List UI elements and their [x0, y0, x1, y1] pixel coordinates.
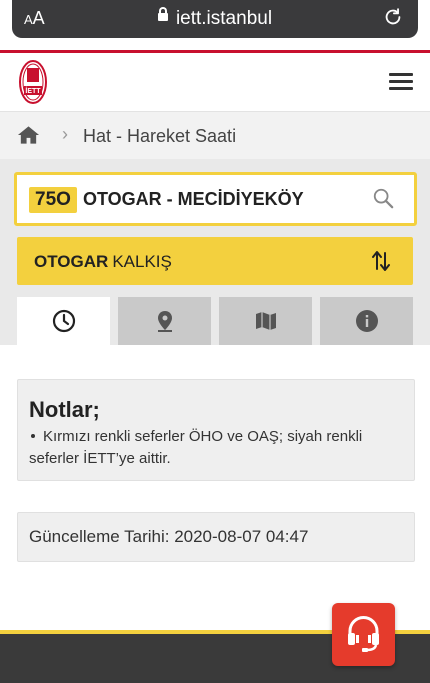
update-box: Güncelleme Tarihi: 2020-08-07 04:47 — [17, 512, 415, 562]
reload-icon[interactable] — [382, 6, 404, 28]
swap-direction-icon[interactable] — [371, 249, 391, 273]
map-icon — [256, 312, 276, 330]
search-icon[interactable] — [372, 187, 394, 209]
route-tabs — [17, 297, 413, 345]
location-pin-icon — [158, 311, 172, 332]
tab-map[interactable] — [219, 297, 312, 345]
notes-title: Notlar; — [29, 397, 100, 422]
tab-schedule[interactable] — [17, 297, 110, 345]
direction-stop: OTOGAR — [34, 252, 109, 271]
tab-stops[interactable] — [118, 297, 211, 345]
tab-info[interactable] — [320, 297, 413, 345]
notes-item: Kırmızı renkli seferler ÖHO ve OAŞ; siya… — [29, 428, 363, 467]
browser-toolbar: AA iett.istanbul — [0, 0, 430, 50]
direction-label: KALKIŞ — [112, 252, 172, 271]
route-search-box[interactable]: 75O OTOGAR - MECİDİYEKÖY — [14, 172, 417, 226]
lock-icon — [157, 6, 168, 21]
menu-icon[interactable] — [389, 73, 413, 91]
svg-text:İETT: İETT — [25, 87, 41, 95]
headset-icon — [348, 616, 379, 652]
clock-icon — [52, 309, 76, 333]
breadcrumb: › Hat - Hareket Saati — [0, 112, 430, 159]
bullet-icon — [31, 433, 35, 438]
site-header: İETT — [0, 53, 430, 112]
notes-box: Notlar; Kırmızı renkli seferler ÖHO ve O… — [17, 379, 415, 481]
info-icon — [356, 310, 378, 332]
line-code-badge: 75O — [29, 187, 77, 213]
route-panel: 75O OTOGAR - MECİDİYEKÖY OTOGAR KALKIŞ — [0, 159, 430, 345]
line-name: OTOGAR - MECİDİYEKÖY — [83, 189, 304, 209]
url-text: iett.istanbul — [175, 8, 273, 29]
breadcrumb-current: Hat - Hareket Saati — [83, 126, 237, 146]
home-icon[interactable] — [17, 125, 40, 145]
iett-logo[interactable]: İETT — [18, 59, 48, 105]
address-bar[interactable]: AA iett.istanbul — [12, 0, 418, 38]
update-date: Güncelleme Tarihi: 2020-08-07 04:47 — [29, 527, 309, 546]
chevron-right-icon: › — [62, 124, 68, 144]
direction-toggle[interactable]: OTOGAR KALKIŞ — [17, 237, 413, 285]
support-button[interactable] — [332, 603, 395, 666]
